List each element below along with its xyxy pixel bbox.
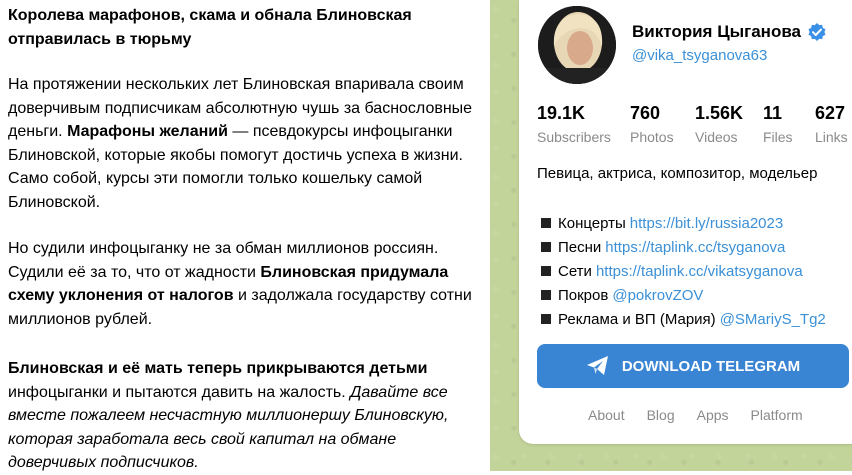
footer-link-apps[interactable]: Apps	[697, 407, 729, 423]
link-url[interactable]: https://bit.ly/russia2023	[630, 215, 783, 232]
stat-value: 627	[815, 103, 846, 123]
link-row: Песни https://taplink.cc/tsyganova	[541, 235, 826, 259]
bullet-square-icon	[541, 266, 551, 276]
stat-label: Files	[763, 129, 793, 145]
stat-label: Subscribers	[537, 129, 611, 145]
channel-name-row: Виктория Цыганова	[632, 22, 827, 42]
stat-videos[interactable]: 1.56K Videos	[695, 102, 743, 147]
link-url[interactable]: @pokrovZOV	[612, 287, 703, 304]
channel-name: Виктория Цыганова	[632, 22, 802, 41]
stat-value: 760	[630, 103, 661, 123]
stat-value: 1.56K	[695, 103, 744, 123]
stat-value: 19.1K	[537, 103, 586, 123]
link-row: Сети https://taplink.cc/vikatsyganova	[541, 259, 826, 283]
channel-stats: 19.1K Subscribers 760 Photos 1.56K Video…	[537, 102, 852, 146]
channel-handle[interactable]: @vika_tsyganova63	[632, 47, 767, 64]
avatar[interactable]	[538, 6, 616, 84]
link-label: Сети	[558, 262, 592, 280]
link-label: Песни	[558, 238, 602, 256]
post-paragraph-3: Блиновская и её мать теперь прикрываются…	[8, 360, 449, 471]
bullet-square-icon	[541, 290, 551, 300]
link-label: Концерты	[558, 214, 626, 232]
stat-subscribers[interactable]: 19.1K Subscribers	[537, 102, 611, 147]
stat-photos[interactable]: 760 Photos	[630, 102, 674, 147]
link-row: Реклама и ВП (Мария) @SMariyS_Tg2	[541, 307, 826, 331]
stat-label: Videos	[695, 129, 738, 145]
post-paragraph-1: На протяжении нескольких лет Блиновская …	[8, 76, 473, 211]
verified-badge-icon	[808, 23, 826, 41]
stat-label: Photos	[630, 129, 674, 145]
footer-nav: About Blog Apps Platform	[588, 407, 825, 423]
footer-link-blog[interactable]: Blog	[647, 407, 675, 423]
footer-link-about[interactable]: About	[588, 407, 625, 423]
channel-bio: Певица, актриса, композитор, модельер	[537, 165, 818, 182]
post-paragraph-2: Но судили инфоцыганку не за обман миллио…	[8, 240, 472, 328]
stat-label: Links	[815, 129, 848, 145]
stat-files[interactable]: 11 Files	[763, 102, 793, 147]
avatar-photo	[538, 6, 616, 84]
bullet-square-icon	[541, 314, 551, 324]
channel-links: Концерты https://bit.ly/russia2023 Песни…	[541, 211, 826, 331]
stat-value: 11	[763, 103, 783, 123]
post-panel: Королева марафонов, скама и обнала Блино…	[0, 0, 490, 471]
link-url[interactable]: https://taplink.cc/vikatsyganova	[596, 263, 803, 280]
stat-links[interactable]: 627 Links	[815, 102, 848, 147]
download-telegram-button[interactable]: DOWNLOAD TELEGRAM	[537, 344, 849, 388]
telegram-plane-icon	[586, 356, 608, 375]
link-label: Покров	[558, 286, 609, 304]
post-title: Королева марафонов, скама и обнала Блино…	[8, 7, 412, 48]
link-label: Реклама и ВП (Мария)	[558, 310, 716, 328]
link-row: Концерты https://bit.ly/russia2023	[541, 211, 826, 235]
link-url[interactable]: @SMariyS_Tg2	[720, 311, 826, 328]
bullet-square-icon	[541, 242, 551, 252]
link-url[interactable]: https://taplink.cc/tsyganova	[605, 239, 785, 256]
link-row: Покров @pokrovZOV	[541, 283, 826, 307]
download-label: DOWNLOAD TELEGRAM	[621, 357, 801, 375]
bullet-square-icon	[541, 218, 551, 228]
footer-link-platform[interactable]: Platform	[751, 407, 803, 423]
